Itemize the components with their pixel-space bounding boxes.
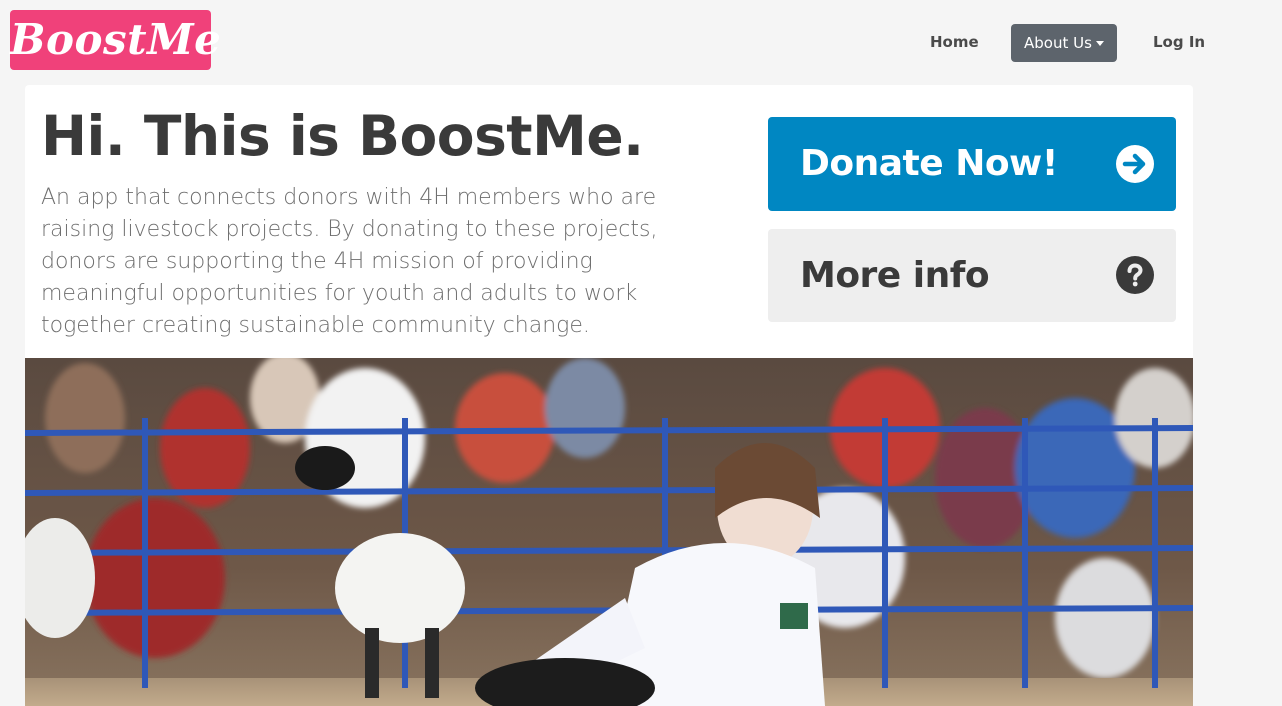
donate-now-label: Donate Now!: [800, 143, 1058, 184]
brand-logo[interactable]: BoostMe: [10, 10, 221, 70]
hero-card: Hi. This is BoostMe. An app that connect…: [25, 85, 1193, 706]
nav-login-link[interactable]: Log In: [1153, 31, 1205, 53]
nav-about-us-dropdown[interactable]: About Us: [1011, 24, 1117, 62]
about-us-label: About Us: [1024, 34, 1092, 52]
question-circle-icon: [1116, 256, 1154, 294]
more-info-label: More info: [800, 255, 990, 296]
more-info-button[interactable]: More info: [768, 229, 1176, 322]
livestock-show-photo: [25, 358, 1193, 706]
hero-description: An app that connects donors with 4H memb…: [41, 185, 658, 338]
caret-down-icon: [1096, 41, 1104, 46]
hero-title: Hi. This is BoostMe.: [41, 104, 644, 168]
nav-home-link[interactable]: Home: [930, 31, 979, 53]
arrow-right-circle-icon: [1116, 145, 1154, 183]
donate-now-button[interactable]: Donate Now!: [768, 117, 1176, 211]
